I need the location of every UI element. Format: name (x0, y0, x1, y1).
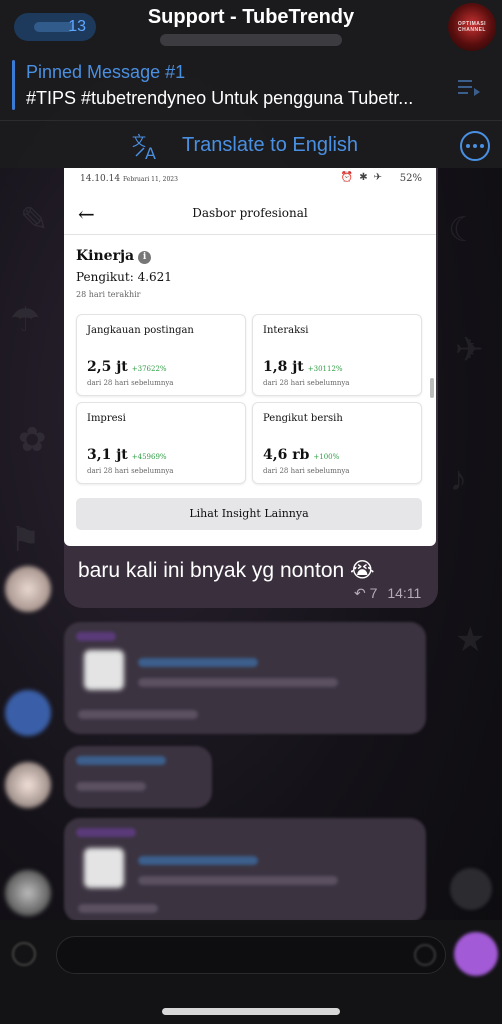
photo-followers: Pengikut: 4.621 (76, 270, 172, 284)
metric-sub: dari 28 hari sebelumnya (87, 467, 174, 475)
dot-icon (466, 144, 470, 148)
photo-period: 28 hari terakhir (76, 290, 141, 299)
message-input[interactable] (56, 936, 446, 974)
doodle-icon: ☾ (448, 211, 479, 249)
dot-icon (480, 144, 484, 148)
pinned-message-text[interactable]: #TIPS #tubetrendyneo Untuk pengguna Tube… (26, 88, 456, 109)
chat-title[interactable]: Support - TubeTrendy (0, 6, 502, 29)
metric-value: 2,5 jt +37622% (87, 359, 167, 375)
metric-label: Pengikut bersih (263, 413, 343, 424)
svg-text:A: A (145, 144, 156, 160)
reply-thumbnail (84, 848, 124, 888)
photo-status-bar: 14.10.14 Februari 11, 2023 ⏰✱✈ 52% (64, 168, 436, 190)
microphone-button[interactable] (454, 932, 498, 976)
metric-label: Interaksi (263, 325, 309, 336)
doodle-icon: ✎ (20, 201, 49, 239)
sender-name-blurred (76, 828, 136, 837)
sender-name-blurred (76, 632, 116, 641)
metric-label: Impresi (87, 413, 126, 424)
sender-name-blurred (76, 756, 166, 765)
status-icons: ⏰✱✈ (340, 172, 388, 183)
reply-count: 7 (369, 585, 378, 601)
pinned-list-icon[interactable] (458, 78, 480, 96)
svg-text:文: 文 (132, 134, 146, 150)
translate-button[interactable]: Translate to English (182, 134, 358, 157)
reply-thumbnail (84, 650, 124, 690)
message-photo[interactable]: 14.10.14 Februari 11, 2023 ⏰✱✈ 52% ← Das… (64, 168, 436, 546)
metric-value: 1,8 jt +30112% (263, 359, 343, 375)
doodle-icon: ♪ (450, 460, 467, 498)
doodle-icon: ★ (455, 621, 486, 659)
channel-avatar[interactable]: OPTIMASI CHANNEL (448, 3, 496, 51)
metric-sub: dari 28 hari sebelumnya (87, 379, 174, 387)
photo-divider (64, 234, 436, 235)
home-indicator (162, 1008, 340, 1015)
chat-header: 13 Support - TubeTrendy OPTIMASI CHANNEL… (0, 0, 502, 168)
reply-name-blurred (138, 658, 258, 667)
avatar[interactable] (5, 762, 51, 808)
metric-card: Interaksi 1,8 jt +30112% dari 28 hari seb… (252, 314, 422, 396)
photo-section-title: Kinerja i (76, 248, 152, 264)
attach-icon[interactable] (12, 942, 36, 966)
metric-label: Jangkauan postingan (87, 325, 194, 336)
metric-sub: dari 28 hari sebelumnya (263, 379, 350, 387)
pinned-indicator (12, 60, 15, 110)
doodle-icon: ✈ (455, 331, 484, 369)
avatar[interactable] (5, 870, 51, 916)
reply-text-blurred (138, 876, 338, 885)
pinned-message-label[interactable]: Pinned Message #1 (26, 62, 185, 83)
metric-value: 3,1 jt +45969% (87, 447, 167, 463)
metric-card: Jangkauan postingan 2,5 jt +37622% dari 2… (76, 314, 246, 396)
reply-text-blurred (138, 678, 338, 687)
dot-icon (473, 144, 477, 148)
message-bubble[interactable] (64, 818, 426, 922)
message-text-blurred (78, 710, 198, 719)
photo-insight-button: Lihat Insight Lainnya (76, 498, 422, 530)
more-options-button[interactable] (460, 131, 490, 161)
info-icon: i (138, 251, 152, 264)
message-time: 14:11 (387, 585, 422, 601)
metric-sub: dari 28 hari sebelumnya (263, 467, 350, 475)
photo-scrollbar (430, 378, 434, 398)
avatar[interactable] (5, 690, 51, 736)
doodle-icon: ✿ (18, 421, 47, 459)
metric-card: Pengikut bersih 4,6 rb +100% dari 28 hari… (252, 402, 422, 484)
message-bubble[interactable] (64, 622, 426, 734)
avatar-text-line2: CHANNEL (458, 27, 486, 33)
doodle-icon: ☂ (10, 301, 41, 339)
reply-name-blurred (138, 856, 258, 865)
metric-value: 4,6 rb +100% (263, 447, 340, 463)
metric-card: Impresi 3,1 jt +45969% dari 28 hari sebel… (76, 402, 246, 484)
message-bubble[interactable] (64, 746, 212, 808)
doodle-icon: ⚑ (10, 521, 41, 559)
message-text: baru kali ini bnyak yg nonton 😭 (78, 559, 375, 582)
message-text-blurred (76, 782, 146, 791)
message-text-blurred (78, 904, 158, 913)
photo-page-title: Dasbor profesional (192, 206, 308, 220)
translate-icon[interactable]: 文 A (132, 132, 162, 160)
header-divider (0, 120, 502, 121)
reply-icon[interactable]: ↶ (354, 585, 366, 601)
emoji-icon[interactable] (414, 944, 436, 966)
photo-status-time: 14.10.14 Februari 11, 2023 (80, 174, 178, 184)
chat-subtitle-blurred (160, 34, 342, 46)
scroll-down-button[interactable] (450, 868, 492, 910)
message-meta: ↶ 7 14:11 (354, 585, 421, 602)
avatar[interactable] (5, 566, 51, 612)
photo-battery: 52% (399, 173, 422, 184)
